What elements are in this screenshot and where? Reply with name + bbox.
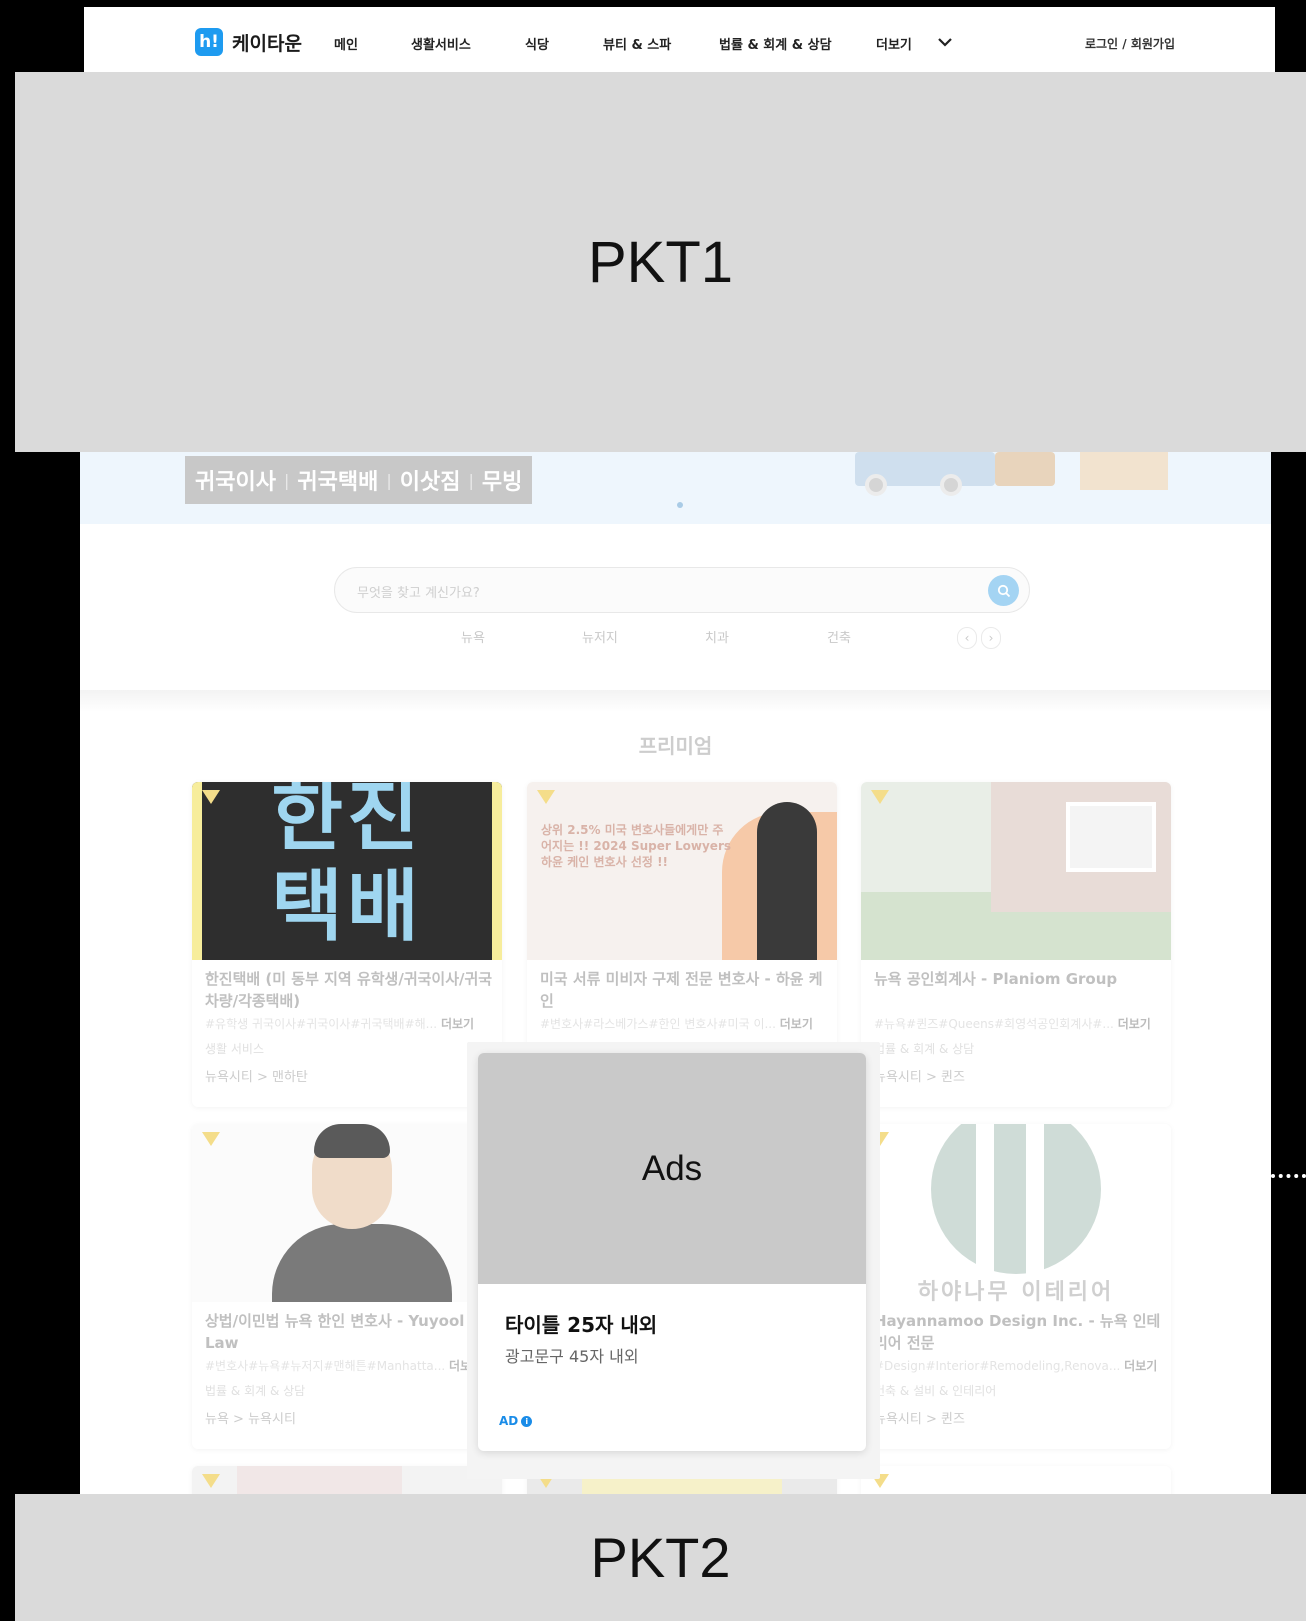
placeholder-block-top: PKT1 [15, 72, 1306, 452]
card-image: 한진 택배 [192, 782, 502, 960]
nav-item-main[interactable]: 메인 [334, 34, 358, 53]
card-image [192, 1466, 502, 1494]
premium-card[interactable]: 뉴욕 공인회계사 - Planiom Group #뉴욕#퀸즈#Queens#회… [861, 782, 1171, 1107]
keyword-chip[interactable]: 건축 [827, 627, 851, 646]
banner-keyword: 이삿짐 [399, 470, 461, 495]
card-location: 뉴욕 > 뉴욕시티 [205, 1412, 296, 1427]
banner-keyword: 무빙 [481, 470, 523, 495]
nav-item-more[interactable]: 더보기 [876, 34, 912, 53]
page: h! 케이타운 메인 생활서비스 식당 뷰티 & 스파 법률 & 회계 & 상담… [0, 0, 1306, 1621]
premium-gem-icon [202, 790, 220, 804]
nav-item-living-services[interactable]: 생활서비스 [411, 34, 471, 53]
site-logo[interactable]: h! 케이타운 [195, 28, 302, 56]
search-icon [997, 584, 1010, 597]
section-divider [80, 690, 1271, 712]
keyword-chip[interactable]: 뉴욕 [461, 627, 485, 646]
ad-image[interactable]: Ads [478, 1053, 866, 1284]
hero-banner[interactable]: 귀국이사 | 귀국택배 | 이삿짐 | 무빙 [80, 452, 1271, 524]
boxes-illustration [1080, 452, 1168, 490]
card-title: 미국 서류 미비자 구제 전문 변호사 - 하윤 케인 [540, 970, 823, 1010]
moving-truck-illustration [855, 452, 1070, 496]
card-tags: #변호사#라스베가스#한인 변호사#미국 이... 더보기 [540, 1017, 813, 1031]
banner-keyword: 귀국택배 [297, 470, 379, 495]
ad-badge[interactable]: AD i [499, 1414, 533, 1428]
card-category: 법률 & 회계 & 상담 [874, 1042, 975, 1056]
card-tags: #뉴욕#퀸즈#Queens#회영석공인회계사#... 더보기 [874, 1017, 1151, 1031]
card-location: 뉴욕시티 > 맨하탄 [205, 1070, 308, 1085]
more-link[interactable]: 더보기 [1118, 1017, 1151, 1031]
login-signup-link[interactable]: 로그인 / 회원가입 [1085, 35, 1175, 52]
premium-gem-icon [202, 1474, 220, 1488]
more-link[interactable]: 더보기 [1124, 1359, 1157, 1373]
card-image [192, 1124, 502, 1302]
chevron-right-icon: › [988, 631, 994, 645]
carousel-indicator[interactable] [677, 502, 683, 508]
card-tags: #유학생 귀국이사#귀국이사#귀국택배#해... 더보기 [205, 1017, 475, 1031]
premium-card[interactable]: 하야나무 이테리어 Hayannamoo Design Inc. - 뉴욕 인테… [861, 1124, 1171, 1449]
chevron-left-icon: ‹ [964, 631, 970, 645]
search-input[interactable]: 무엇을 찾고 계신가요? [357, 582, 480, 601]
nav-item-restaurants[interactable]: 식당 [525, 34, 549, 53]
card-location: 뉴욕시티 > 퀸즈 [874, 1070, 965, 1085]
card-category: 법률 & 회계 & 상담 [205, 1384, 306, 1398]
nav-item-legal-accounting[interactable]: 법률 & 회계 & 상담 [719, 34, 832, 53]
top-navigation-bar: h! 케이타운 메인 생활서비스 식당 뷰티 & 스파 법률 & 회계 & 상담… [84, 7, 1275, 77]
ad-description: 광고문구 45자 내외 [505, 1347, 639, 1366]
ad-badge-label: AD [499, 1414, 519, 1428]
logo-text: 케이타운 [232, 32, 302, 55]
card-location: 뉴욕시티 > 퀸즈 [874, 1412, 965, 1427]
card-image-text: 하야나무 이테리어 [917, 1280, 1115, 1302]
card-image: 상위 2.5% 미국 변호사들에게만 주어지는 !! 2024 Super Lo… [527, 782, 837, 960]
card-title: 한진택배 (미 동부 지역 유학생/귀국이사/귀국차량/각종택배) [205, 970, 493, 1010]
ad-title[interactable]: 타이틀 25자 내외 [505, 1309, 657, 1338]
premium-card[interactable]: 한진 택배 한진택배 (미 동부 지역 유학생/귀국이사/귀국차량/각종택배) … [192, 782, 502, 1107]
card-tags: #Design#Interior#Remodeling,Renova... 더보… [874, 1359, 1158, 1373]
card-image [861, 782, 1171, 960]
card-image: 하야나무 이테리어 [861, 1124, 1171, 1302]
card-title: Hayannamoo Design Inc. - 뉴욕 인테리어 전문 [874, 1312, 1161, 1352]
chip-prev-button[interactable]: ‹ [957, 627, 977, 649]
keyword-chip[interactable]: 치과 [705, 627, 729, 646]
banner-keyword: 귀국이사 [195, 470, 276, 495]
premium-gem-icon [202, 1132, 220, 1146]
premium-card[interactable]: 상법/이민법 뉴욕 한인 변호사 - Yuyool Law #변호사#뉴욕#뉴저… [192, 1124, 502, 1449]
card-category: 건축 & 설비 & 인테리어 [874, 1384, 997, 1398]
chevron-down-icon[interactable] [936, 35, 954, 49]
more-link[interactable]: 더보기 [441, 1017, 474, 1031]
keyword-chip[interactable]: 뉴저지 [582, 627, 618, 646]
card-image-text: 상위 2.5% 미국 변호사들에게만 주어지는 !! 2024 Super Lo… [541, 823, 732, 869]
banner-keywords: 귀국이사 | 귀국택배 | 이삿짐 | 무빙 [185, 456, 533, 504]
premium-card[interactable] [192, 1466, 502, 1494]
search-button[interactable] [988, 575, 1019, 606]
card-title: 뉴욕 공인회계사 - Planiom Group [874, 970, 1118, 988]
card-image [861, 1466, 1171, 1494]
placeholder-block-bottom: PKT2 [15, 1494, 1306, 1621]
nav-item-beauty-spa[interactable]: 뷰티 & 스파 [603, 34, 671, 53]
ad-card[interactable]: Ads 타이틀 25자 내외 광고문구 45자 내외 AD i [478, 1053, 866, 1451]
info-icon[interactable]: i [521, 1415, 533, 1427]
logo-mark-icon: h! [195, 28, 223, 56]
card-category: 생활 서비스 [205, 1042, 265, 1056]
premium-gem-icon [537, 790, 555, 804]
premium-section-title: 프리미엄 [638, 734, 713, 758]
dotted-connector [1271, 1174, 1306, 1178]
chip-next-button[interactable]: › [981, 627, 1001, 649]
card-title: 상법/이민법 뉴욕 한인 변호사 - Yuyool Law [205, 1312, 465, 1352]
card-tags: #변호사#뉴욕#뉴저지#맨해튼#Manhatta... 더보기 [205, 1359, 483, 1373]
premium-gem-icon [871, 790, 889, 804]
card-image-text: 한진 택배 [271, 782, 423, 952]
premium-card[interactable] [861, 1466, 1171, 1494]
more-link[interactable]: 더보기 [780, 1017, 813, 1031]
search-bar[interactable]: 무엇을 찾고 계신가요? [334, 567, 1030, 613]
